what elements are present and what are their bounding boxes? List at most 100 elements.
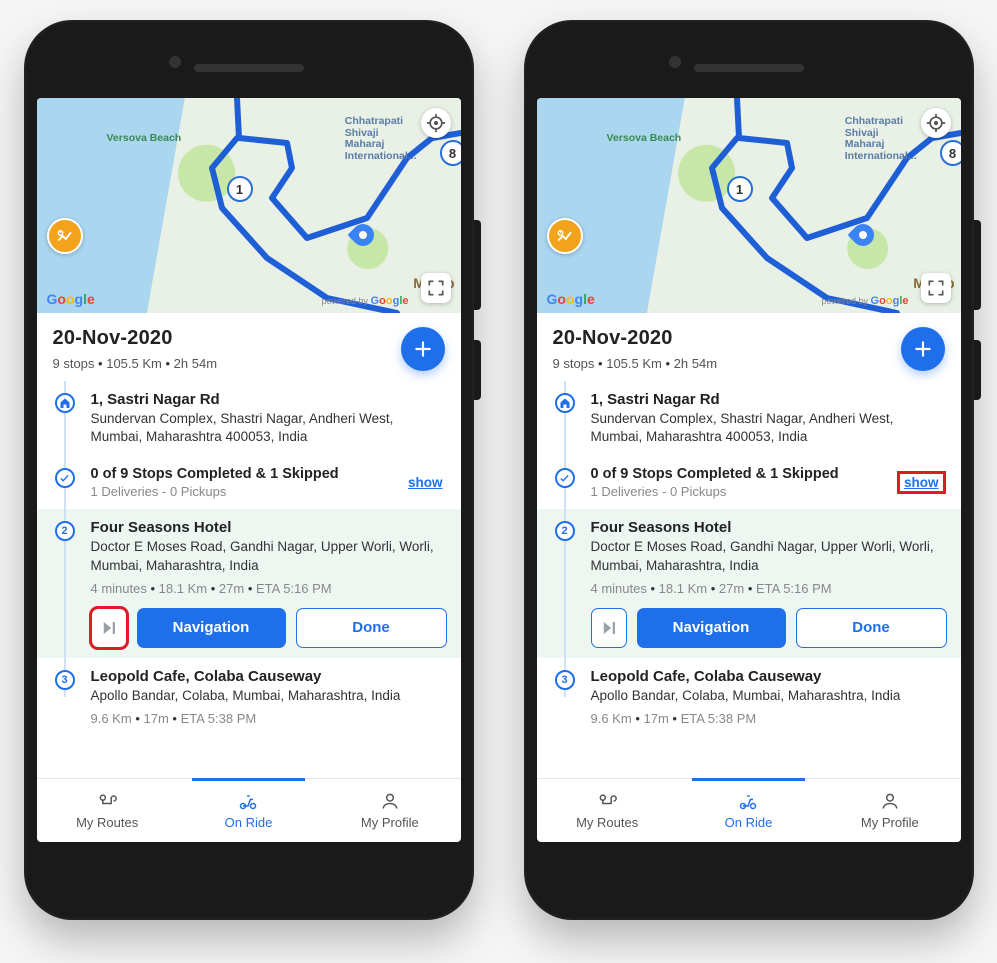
route-header-text: 20-Nov-2020 9 stops 105.5 Km 2h 54m: [53, 327, 218, 371]
map-label-airport: Chhatrapati Shivaji Maharaj Internationa…: [845, 116, 917, 162]
phone-speaker: [194, 64, 304, 72]
powered-by-label: powered by Google: [822, 295, 909, 307]
show-skipped-link[interactable]: show: [408, 475, 443, 490]
stop-address: Doctor E Moses Road, Gandhi Nagar, Upper…: [91, 538, 447, 574]
plus-icon: [413, 339, 433, 359]
stop-3[interactable]: 3 Leopold Cafe, Colaba Causeway Apollo B…: [51, 658, 447, 736]
skip-forward-icon: [100, 619, 118, 637]
add-stop-button[interactable]: [401, 327, 445, 371]
skip-stop-button[interactable]: [91, 608, 127, 648]
stats-badge[interactable]: [547, 218, 583, 254]
check-icon: [55, 468, 75, 488]
stop-meta: 4 minutes 18.1 Km 27m ETA 5:16 PM: [91, 581, 447, 596]
navigation-button[interactable]: Navigation: [137, 608, 286, 648]
stop-meta: 4 minutes 18.1 Km 27m ETA 5:16 PM: [591, 581, 947, 596]
nav-on-ride[interactable]: On Ride: [178, 779, 319, 842]
map-view[interactable]: Versova Beach Chhatrapati Shivaji Mahara…: [537, 98, 961, 313]
skip-stop-button[interactable]: [591, 608, 627, 648]
progress-sub: 1 Deliveries - 0 Pickups: [91, 484, 339, 499]
trend-icon: [556, 227, 574, 245]
skip-forward-icon: [600, 619, 618, 637]
add-stop-button[interactable]: [901, 327, 945, 371]
stop-home[interactable]: 1, Sastri Nagar Rd Sundervan Complex, Sh…: [51, 381, 447, 456]
progress-title: 0 of 9 Stops Completed & 1 Skipped: [591, 466, 839, 482]
stop-title: Leopold Cafe, Colaba Causeway: [91, 668, 443, 685]
stop-meta: 9.6 Km 17m ETA 5:38 PM: [591, 711, 943, 726]
map-stop-pin-1[interactable]: 1: [227, 176, 253, 202]
stop-list[interactable]: 1, Sastri Nagar Rd Sundervan Complex, Sh…: [537, 381, 961, 778]
stop-number-badge: 3: [555, 670, 575, 690]
nav-on-ride[interactable]: On Ride: [678, 779, 819, 842]
progress-title: 0 of 9 Stops Completed & 1 Skipped: [91, 466, 339, 482]
route-date: 20-Nov-2020: [53, 327, 218, 350]
nav-my-routes[interactable]: My Routes: [537, 779, 678, 842]
stop-list[interactable]: 1, Sastri Nagar Rd Sundervan Complex, Sh…: [37, 381, 461, 778]
profile-icon: [880, 791, 900, 811]
phone-bottom: [37, 842, 461, 902]
phone-top: [537, 38, 961, 98]
done-button[interactable]: Done: [796, 608, 947, 648]
app-screen: Versova Beach Chhatrapati Shivaji Mahara…: [537, 98, 961, 842]
nav-my-profile[interactable]: My Profile: [319, 779, 460, 842]
stop-address: Sundervan Complex, Shastri Nagar, Andher…: [91, 410, 443, 446]
map-view[interactable]: Versova Beach Chhatrapati Shivaji Mahara…: [37, 98, 461, 313]
locate-me-button[interactable]: [921, 108, 951, 138]
stats-badge[interactable]: [47, 218, 83, 254]
crosshair-icon: [926, 113, 946, 133]
stop-address: Doctor E Moses Road, Gandhi Nagar, Upper…: [591, 538, 947, 574]
stop-2-current[interactable]: 2 Four Seasons Hotel Doctor E Moses Road…: [37, 509, 461, 657]
stop-title: Four Seasons Hotel: [91, 519, 447, 536]
powered-by-label: powered by Google: [322, 295, 409, 307]
trend-icon: [56, 227, 74, 245]
route-summary: 9 stops 105.5 Km 2h 54m: [53, 356, 218, 371]
fullscreen-icon: [426, 278, 446, 298]
phone-camera: [669, 56, 681, 68]
nav-my-routes[interactable]: My Routes: [37, 779, 178, 842]
stop-address: Apollo Bandar, Colaba, Mumbai, Maharasht…: [91, 687, 443, 705]
app-screen: Versova Beach Chhatrapati Shivaji Mahara…: [37, 98, 461, 842]
stop-title: Leopold Cafe, Colaba Causeway: [591, 668, 943, 685]
route-summary: 9 stops 105.5 Km 2h 54m: [553, 356, 718, 371]
google-logo: Google: [47, 291, 95, 307]
stop-home[interactable]: 1, Sastri Nagar Rd Sundervan Complex, Sh…: [551, 381, 947, 456]
show-skipped-link[interactable]: show: [900, 474, 943, 491]
progress-row: 0 of 9 Stops Completed & 1 Skipped 1 Del…: [51, 456, 447, 509]
stop-title: 1, Sastri Nagar Rd: [91, 391, 443, 408]
map-stop-pin-1[interactable]: 1: [727, 176, 753, 202]
plus-icon: [913, 339, 933, 359]
stop-number-badge: 2: [555, 521, 575, 541]
stop-title: 1, Sastri Nagar Rd: [591, 391, 943, 408]
stop-number-badge: 3: [55, 670, 75, 690]
fullscreen-button[interactable]: [921, 273, 951, 303]
nav-my-profile[interactable]: My Profile: [819, 779, 960, 842]
bottom-nav: My Routes On Ride My Profile: [37, 778, 461, 842]
phone-top: [37, 38, 461, 98]
map-label-versova: Versova Beach: [107, 133, 182, 145]
scooter-icon: [738, 791, 758, 811]
navigation-button[interactable]: Navigation: [637, 608, 786, 648]
stop-3[interactable]: 3 Leopold Cafe, Colaba Causeway Apollo B…: [551, 658, 947, 736]
phone-frame-right: Versova Beach Chhatrapati Shivaji Mahara…: [524, 20, 974, 920]
route-header: 20-Nov-2020 9 stops 105.5 Km 2h 54m: [537, 313, 961, 381]
stop-address: Sundervan Complex, Shastri Nagar, Andher…: [591, 410, 943, 446]
map-label-versova: Versova Beach: [607, 133, 682, 145]
phone-speaker: [694, 64, 804, 72]
stop-title: Four Seasons Hotel: [591, 519, 947, 536]
progress-sub: 1 Deliveries - 0 Pickups: [591, 484, 839, 499]
fullscreen-icon: [926, 278, 946, 298]
crosshair-icon: [426, 113, 446, 133]
stop-meta: 9.6 Km 17m ETA 5:38 PM: [91, 711, 443, 726]
locate-me-button[interactable]: [421, 108, 451, 138]
map-label-airport: Chhatrapati Shivaji Maharaj Internationa…: [345, 116, 417, 162]
check-icon: [555, 468, 575, 488]
stop-action-row: Navigation Done: [591, 608, 947, 648]
phone-bottom: [537, 842, 961, 902]
stop-2-current[interactable]: 2 Four Seasons Hotel Doctor E Moses Road…: [537, 509, 961, 657]
route-date: 20-Nov-2020: [553, 327, 718, 350]
fullscreen-button[interactable]: [421, 273, 451, 303]
phone-frame-left: Versova Beach Chhatrapati Shivaji Mahara…: [24, 20, 474, 920]
stop-action-row: Navigation Done: [91, 608, 447, 648]
profile-icon: [380, 791, 400, 811]
done-button[interactable]: Done: [296, 608, 447, 648]
home-icon: [55, 393, 75, 413]
